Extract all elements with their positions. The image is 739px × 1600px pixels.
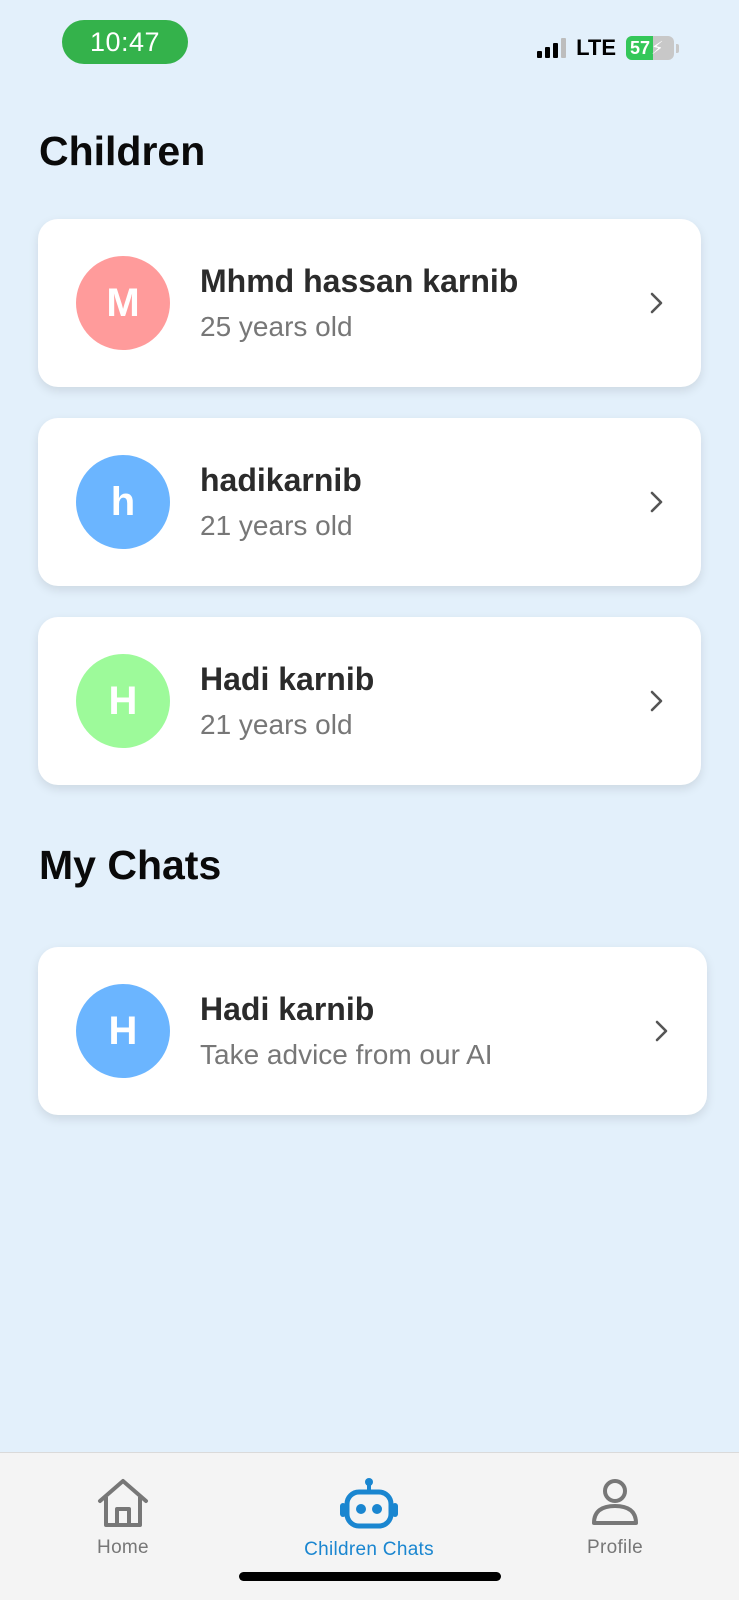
child-name: hadikarnib — [200, 462, 362, 498]
battery-icon: 57 ⚡ — [626, 36, 674, 60]
chat-subtitle: Take advice from our AI — [200, 1039, 493, 1070]
avatar: M — [76, 256, 170, 350]
child-card[interactable]: h hadikarnib 21 years old — [38, 418, 701, 586]
tab-home[interactable]: Home — [23, 1477, 223, 1559]
tab-label: Home — [97, 1537, 149, 1558]
status-time: 10:47 — [62, 20, 188, 64]
child-age: 25 years old — [200, 311, 353, 342]
child-age: 21 years old — [200, 709, 353, 740]
child-card[interactable]: H Hadi karnib 21 years old — [38, 617, 701, 785]
cellular-signal-icon — [537, 38, 567, 58]
child-name: Mhmd hassan karnib — [200, 263, 519, 299]
network-type: LTE — [576, 35, 616, 60]
tab-children-chats[interactable]: Children Chats — [269, 1477, 469, 1561]
child-age: 21 years old — [200, 510, 353, 541]
chevron-right-icon — [650, 292, 663, 314]
battery-tip — [676, 43, 679, 53]
my-chats-section-title: My Chats — [39, 842, 222, 888]
home-indicator — [239, 1572, 501, 1581]
chevron-right-icon — [650, 690, 663, 712]
status-indicators: LTE 57 ⚡ — [537, 34, 679, 62]
battery-level: 57 ⚡ — [630, 37, 664, 58]
chat-name: Hadi karnib — [200, 991, 375, 1027]
tab-label: Children Chats — [304, 1539, 434, 1560]
chat-card[interactable]: H Hadi karnib Take advice from our AI — [38, 947, 707, 1115]
children-section-title: Children — [39, 128, 206, 174]
person-icon — [592, 1479, 638, 1525]
avatar: H — [76, 984, 170, 1078]
home-icon — [98, 1479, 148, 1527]
tab-profile[interactable]: Profile — [515, 1477, 715, 1559]
avatar: h — [76, 455, 170, 549]
avatar: H — [76, 654, 170, 748]
children-screen: 10:47 LTE 57 ⚡ Children M Mhmd hassan kar… — [0, 0, 739, 1600]
robot-icon — [340, 1478, 398, 1529]
chevron-right-icon — [650, 491, 663, 513]
chevron-right-icon — [655, 1020, 668, 1042]
child-card[interactable]: M Mhmd hassan karnib 25 years old — [38, 219, 701, 387]
tab-label: Profile — [587, 1537, 643, 1558]
child-name: Hadi karnib — [200, 661, 375, 697]
